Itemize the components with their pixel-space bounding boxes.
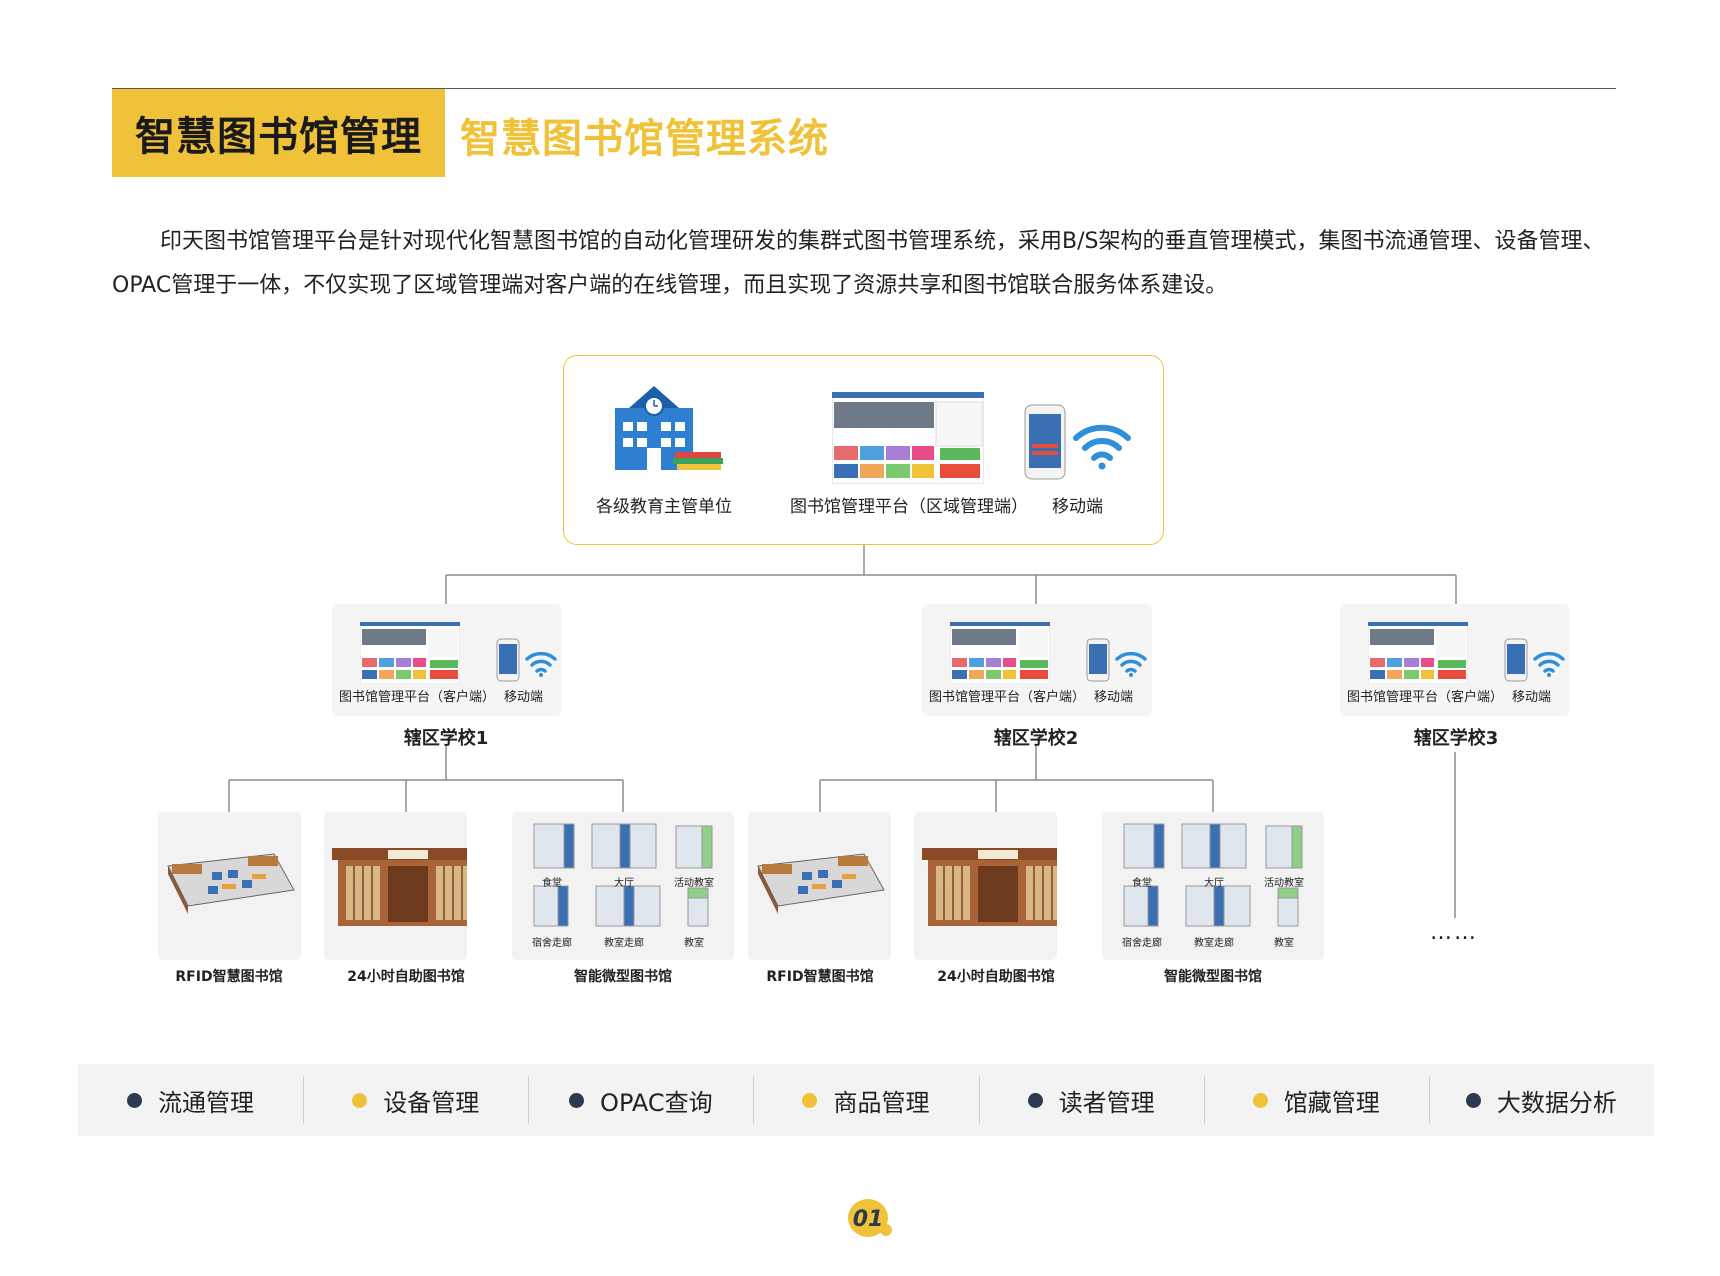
client-platform-label: 图书馆管理平台（客户端）: [339, 690, 496, 705]
micro-location-hall: 大厅: [1204, 878, 1224, 889]
region-mobile-label: 移动端: [1052, 497, 1103, 517]
education-bureau-icon: [615, 386, 723, 470]
bullet-dot: [1252, 1092, 1268, 1108]
page-number: 01: [853, 1207, 884, 1232]
client-platform-screenshot: [950, 622, 1050, 684]
feature-label: 商品管理: [833, 1088, 930, 1117]
client-platform-screenshot: [360, 622, 460, 684]
feature-label: 读者管理: [1058, 1088, 1155, 1117]
self-service-library-label: 24小时自助图书馆: [347, 969, 465, 985]
region-platform-label: 图书馆管理平台（区域管理端）: [790, 497, 1028, 517]
school-2-name: 辖区学校2: [993, 728, 1079, 749]
bullet-dot: [352, 1092, 368, 1108]
more-ellipsis: ……: [1430, 920, 1478, 945]
school-1-name: 辖区学校1: [403, 728, 489, 749]
feature-opac: OPAC查询: [528, 1064, 753, 1136]
self-service-library-image: [332, 848, 467, 926]
feature-circulation: 流通管理: [78, 1064, 303, 1136]
school-2-card: 图书馆管理平台（客户端） 移动端: [922, 604, 1152, 716]
client-mobile-label: 移动端: [1512, 690, 1552, 705]
micro-library-card: 食堂 大厅 活动教室 宿舍走廊 教室走廊 教室: [512, 812, 734, 960]
wifi-icon: [1115, 651, 1147, 677]
rfid-library-label: RFID智慧图书馆: [175, 969, 283, 985]
micro-library-card: 食堂 大厅 活动教室 宿舍走廊 教室走廊 教室: [1102, 812, 1324, 960]
micro-location-classroom-corridor: 教室走廊: [1194, 938, 1234, 949]
micro-location-dorm-corridor: 宿舍走廊: [532, 938, 572, 949]
rfid-library-card: [158, 812, 301, 960]
feature-label: 大数据分析: [1496, 1088, 1617, 1117]
bullet-dot: [1027, 1092, 1043, 1108]
micro-library-label: 智能微型图书馆: [574, 969, 672, 985]
self-service-library-label: 24小时自助图书馆: [937, 969, 1055, 985]
bullet-dot: [569, 1092, 585, 1108]
wifi-icon: [1533, 651, 1565, 677]
bullet-dot: [127, 1092, 143, 1108]
feature-label: 流通管理: [158, 1088, 255, 1117]
client-platform-label: 图书馆管理平台（客户端）: [1347, 690, 1504, 705]
feature-bigdata: 大数据分析: [1428, 1064, 1654, 1136]
education-bureau-label: 各级教育主管单位: [596, 497, 732, 517]
feature-bar: 流通管理 设备管理 OPAC查询 商品管理 读者管理 馆藏管理 大数据分析: [78, 1064, 1654, 1136]
feature-device: 设备管理: [303, 1064, 528, 1136]
bullet-dot: [802, 1092, 818, 1108]
micro-location-hall: 大厅: [614, 878, 634, 889]
mobile-phone-icon: [1024, 404, 1066, 480]
client-mobile-label: 移动端: [1094, 690, 1134, 705]
feature-goods: 商品管理: [753, 1064, 978, 1136]
client-mobile-label: 移动端: [504, 690, 544, 705]
rfid-library-image: [757, 853, 885, 914]
feature-label: 设备管理: [383, 1088, 480, 1117]
rfid-library-image: [167, 853, 295, 914]
micro-location-canteen: 食堂: [1132, 878, 1152, 889]
rfid-library-card: [748, 812, 891, 960]
feature-collection: 馆藏管理: [1203, 1064, 1429, 1136]
school-1-card: 图书馆管理平台（客户端） 移动端: [332, 604, 562, 716]
school-3-name: 辖区学校3: [1413, 728, 1499, 749]
micro-location-activity-room: 活动教室: [674, 878, 714, 889]
mobile-phone-icon: [1504, 638, 1528, 682]
micro-location-classroom: 教室: [684, 938, 704, 949]
mobile-phone-icon: [496, 638, 520, 682]
bullet-dot: [1465, 1092, 1481, 1108]
feature-reader: 读者管理: [978, 1064, 1204, 1136]
wifi-icon: [525, 651, 557, 677]
page-number-badge: 01: [848, 1199, 892, 1237]
micro-library-label: 智能微型图书馆: [1164, 969, 1262, 985]
mobile-phone-icon: [1086, 638, 1110, 682]
micro-location-dorm-corridor: 宿舍走廊: [1122, 938, 1162, 949]
micro-location-classroom: 教室: [1274, 938, 1294, 949]
client-platform-label: 图书馆管理平台（客户端）: [929, 690, 1086, 705]
micro-location-classroom-corridor: 教室走廊: [604, 938, 644, 949]
micro-location-canteen: 食堂: [542, 878, 562, 889]
micro-location-activity-room: 活动教室: [1264, 878, 1304, 889]
self-service-library-card: [914, 812, 1057, 960]
feature-label: 馆藏管理: [1283, 1088, 1380, 1117]
rfid-library-label: RFID智慧图书馆: [766, 969, 874, 985]
self-service-library-image: [922, 848, 1057, 926]
region-platform-screenshot: [832, 392, 984, 484]
client-platform-screenshot: [1368, 622, 1468, 684]
wifi-icon: [1073, 424, 1131, 470]
self-service-library-card: [324, 812, 467, 960]
school-3-card: 图书馆管理平台（客户端） 移动端: [1340, 604, 1570, 716]
feature-label: OPAC查询: [600, 1088, 713, 1117]
